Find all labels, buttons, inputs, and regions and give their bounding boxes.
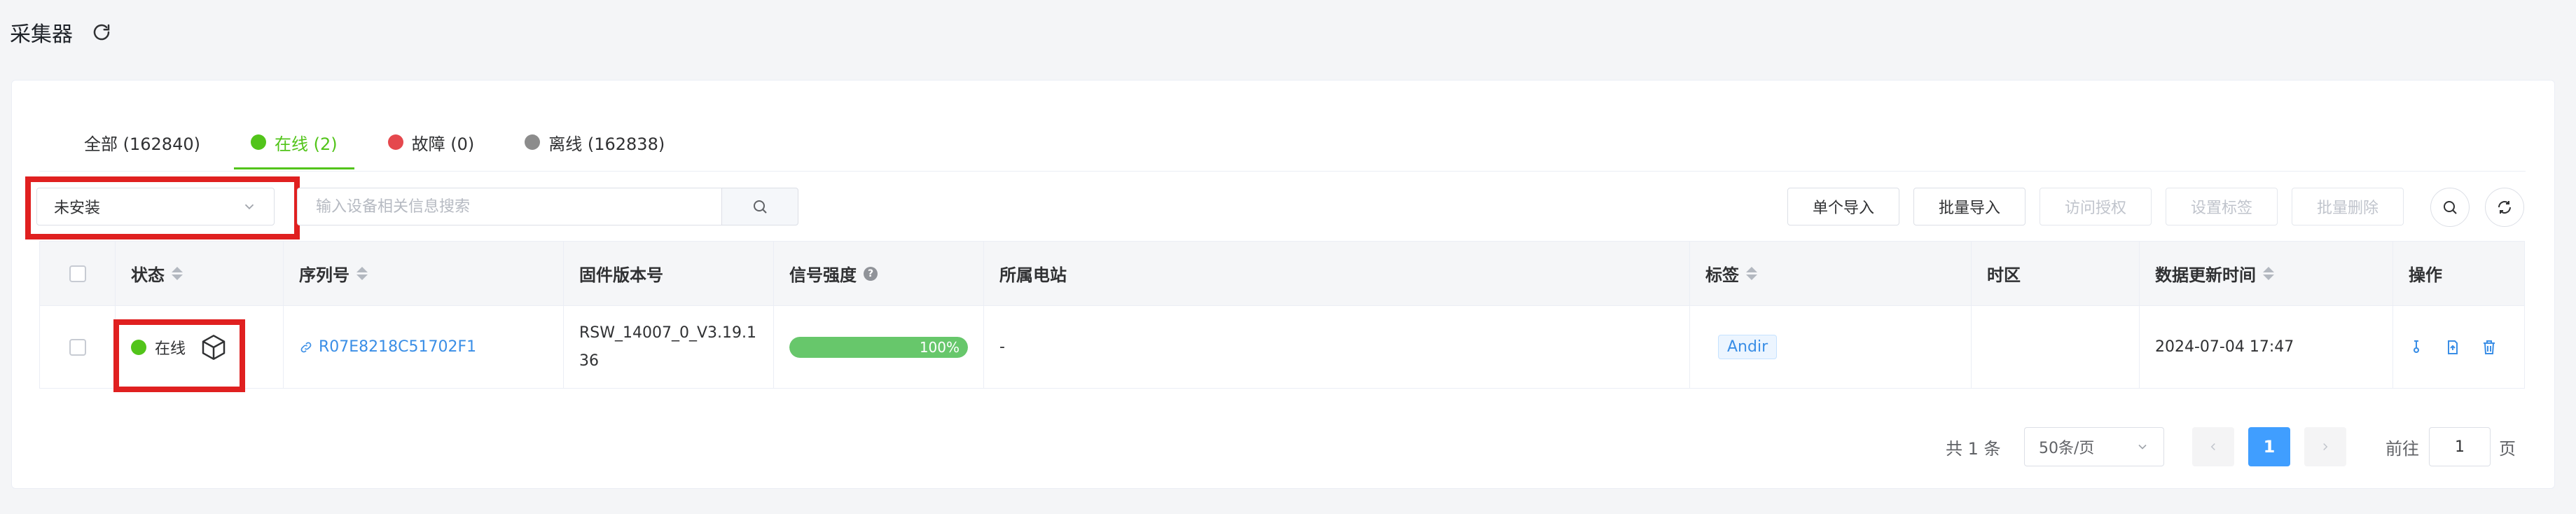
search-icon <box>2444 201 2457 214</box>
status-cell: 在线 <box>116 306 284 389</box>
page-size-select[interactable]: 50条/页 <box>2024 427 2164 466</box>
actions-cell <box>2393 306 2525 389</box>
goto-label: 前往 <box>2385 438 2419 459</box>
tab-offline[interactable]: 离线 (162838) <box>499 115 690 169</box>
row-checkbox[interactable] <box>69 338 86 356</box>
sort-icon[interactable] <box>1746 267 1757 280</box>
header-updated-label: 数据更新时间 <box>2155 265 2256 285</box>
status-text: 在线 <box>155 340 186 358</box>
header-timezone: 时区 <box>1972 242 2140 306</box>
sort-icon[interactable] <box>2263 267 2274 280</box>
tabs-divider <box>39 171 2526 172</box>
help-icon[interactable]: ? <box>864 266 878 281</box>
sort-icon[interactable] <box>172 267 183 280</box>
upgrade-icon[interactable] <box>2442 337 2463 358</box>
header-firmware: 固件版本号 <box>564 242 774 306</box>
chevron-down-icon <box>244 204 254 210</box>
header-select-cell <box>40 242 116 306</box>
header-status-label: 状态 <box>131 265 165 285</box>
header-timezone-label: 时区 <box>1987 265 2021 285</box>
firmware-line-2: 36 <box>579 352 599 370</box>
tab-fault-label: 故障 (0) <box>411 134 475 154</box>
batch-delete-button[interactable]: 批量删除 <box>2292 188 2404 225</box>
header-signal: 信号强度 ? <box>774 242 984 306</box>
station-text: - <box>999 338 1005 356</box>
firmware-line-1: RSW_14007_0_V3.19.1 <box>579 324 757 342</box>
next-page-button[interactable] <box>2304 427 2346 466</box>
sync-icon <box>2498 201 2511 214</box>
delete-icon[interactable] <box>2479 337 2500 358</box>
header-updated[interactable]: 数据更新时间 <box>2140 242 2393 306</box>
header-serial[interactable]: 序列号 <box>284 242 564 306</box>
single-import-button[interactable]: 单个导入 <box>1787 188 1899 225</box>
goto-page-input[interactable] <box>2429 427 2491 466</box>
header-actions: 操作 <box>2393 242 2525 306</box>
updated-text: 2024-07-04 17:47 <box>2155 338 2294 356</box>
chevron-right-icon <box>2323 443 2328 451</box>
signal-progress-text: 100% <box>919 338 960 356</box>
install-status-value: 未安装 <box>54 200 101 217</box>
row-select-cell <box>40 306 116 389</box>
prev-page-button[interactable] <box>2192 427 2234 466</box>
tag-badge: Andir <box>1718 335 1778 359</box>
advanced-search-button[interactable] <box>2430 188 2470 227</box>
header-signal-label: 信号强度 <box>789 265 857 285</box>
page-number-button[interactable]: 1 <box>2248 427 2290 466</box>
tab-fault[interactable]: 故障 (0) <box>363 115 500 169</box>
table-row: 在线 R07E8218C51702F1 RSW_14007_0_V3.19.1 … <box>40 306 2525 389</box>
chevron-down-icon <box>2138 444 2147 450</box>
package-icon[interactable] <box>200 333 228 361</box>
batch-import-button[interactable]: 批量导入 <box>1913 188 2026 225</box>
tags-cell: Andir <box>1690 306 1972 389</box>
offline-dot-icon <box>525 134 541 150</box>
page-suffix: 页 <box>2499 438 2516 459</box>
online-dot-icon <box>250 134 266 150</box>
search-button[interactable] <box>721 188 798 225</box>
collector-table: 状态 序列号 固件版本号 信号强度 ? 所属电站 标签 时区 数据更新时间 操作… <box>39 241 2525 389</box>
station-cell: - <box>984 306 1690 389</box>
search-input[interactable] <box>297 188 721 225</box>
signal-cell: 100% <box>774 306 984 389</box>
header-status[interactable]: 状态 <box>116 242 284 306</box>
header-firmware-label: 固件版本号 <box>579 265 663 285</box>
link-icon <box>300 342 312 352</box>
fault-dot-icon <box>387 134 403 150</box>
page-header: 采集器 <box>10 13 113 52</box>
header-tags[interactable]: 标签 <box>1690 242 1972 306</box>
serial-cell: R07E8218C51702F1 <box>284 306 564 389</box>
set-tags-button[interactable]: 设置标签 <box>2166 188 2278 225</box>
timezone-cell <box>1972 306 2140 389</box>
install-status-select[interactable]: 未安装 <box>36 188 275 225</box>
firmware-cell: RSW_14007_0_V3.19.1 36 <box>564 306 774 389</box>
header-tags-label: 标签 <box>1705 265 1739 285</box>
tab-online-label: 在线 (2) <box>274 134 338 154</box>
online-dot-icon <box>131 339 146 355</box>
thermometer-icon[interactable] <box>2406 337 2427 358</box>
reload-button[interactable] <box>2485 188 2524 227</box>
status-tabs: 全部 (162840) 在线 (2) 故障 (0) 离线 (162838) <box>70 115 690 169</box>
header-station: 所属电站 <box>984 242 1690 306</box>
sort-icon[interactable] <box>356 267 368 280</box>
tab-online[interactable]: 在线 (2) <box>226 115 363 169</box>
chevron-left-icon <box>2210 443 2215 451</box>
header-serial-label: 序列号 <box>299 265 349 285</box>
pagination-total: 共 1 条 <box>1946 438 2001 459</box>
tab-offline-label: 离线 (162838) <box>548 134 665 154</box>
access-auth-button[interactable]: 访问授权 <box>2040 188 2152 225</box>
header-actions-label: 操作 <box>2409 265 2442 285</box>
search-icon <box>754 200 767 214</box>
table-header-row: 状态 序列号 固件版本号 信号强度 ? 所属电站 标签 时区 数据更新时间 操作 <box>40 242 2525 306</box>
signal-progress-bar: 100% <box>789 336 968 358</box>
refresh-icon[interactable] <box>90 20 113 44</box>
updated-cell: 2024-07-04 17:47 <box>2140 306 2393 389</box>
tab-all-label: 全部 (162840) <box>84 134 200 154</box>
page-title: 采集器 <box>10 22 73 47</box>
serial-text: R07E8218C51702F1 <box>319 338 477 356</box>
page-size-value: 50条/页 <box>2039 440 2095 457</box>
header-station-label: 所属电站 <box>999 265 1067 285</box>
tab-all[interactable]: 全部 (162840) <box>70 115 226 169</box>
select-all-checkbox[interactable] <box>69 265 86 282</box>
serial-link[interactable]: R07E8218C51702F1 <box>299 338 476 356</box>
